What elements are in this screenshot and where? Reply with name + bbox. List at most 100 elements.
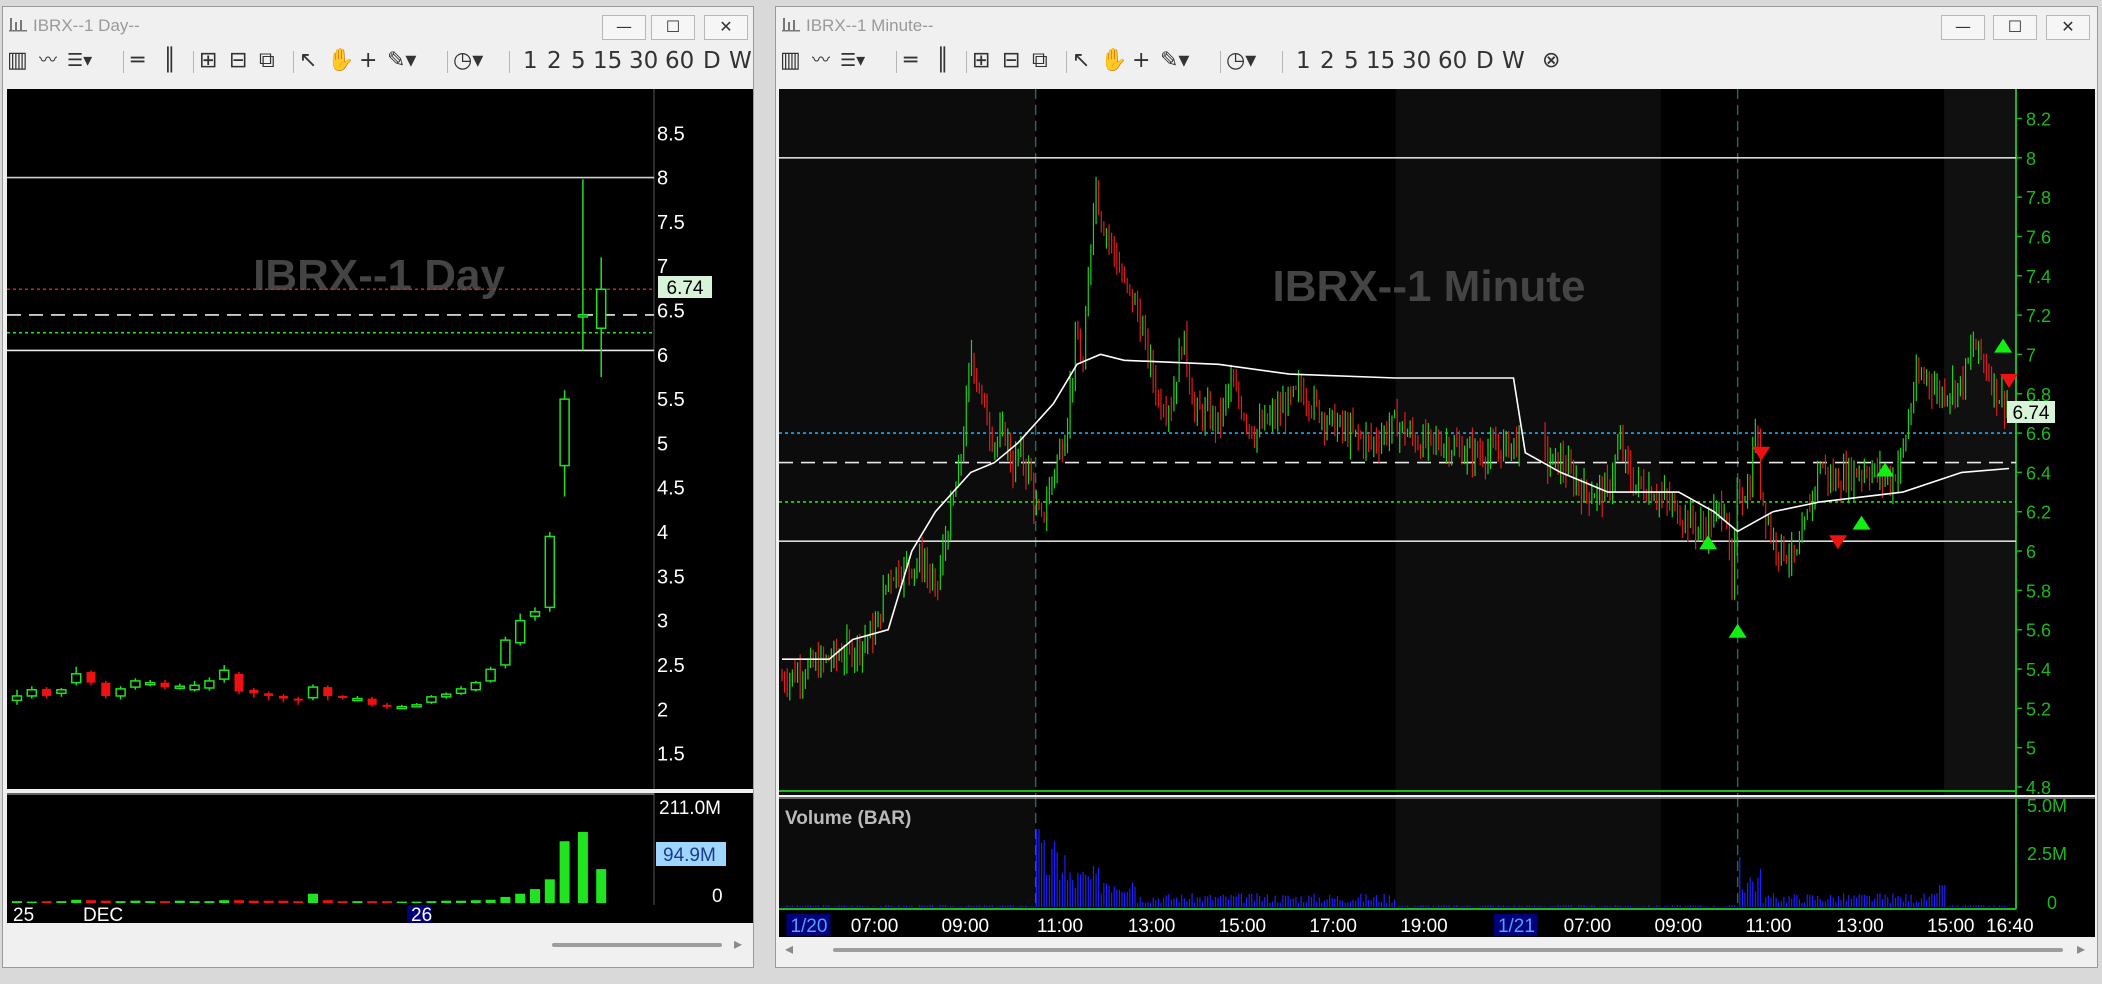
pan-hand-icon[interactable]: ✋ (1100, 47, 1127, 75)
volume-bar (86, 900, 96, 903)
interval-d-button[interactable]: D (1476, 47, 1494, 75)
maximize-button[interactable]: ☐ (651, 15, 695, 40)
minute-price-plot[interactable]: IBRX--1 Minute 4.8 5 5.2 5.4 5.6 5.8 6 6.2 6.4 6.… (779, 89, 2095, 798)
scroll-left-arrow-icon[interactable]: ◂ (785, 939, 793, 958)
interval-30-button[interactable]: 30 (1402, 47, 1431, 75)
clear-circle-icon[interactable]: ⊗ (1542, 47, 1560, 75)
day-candle (86, 670, 96, 686)
close-button[interactable]: ✕ (704, 15, 748, 40)
minute-volume-plot[interactable]: Volume (BAR) 5.0M 2.5M 0 1/20 07:00 09:00 1… (779, 796, 2095, 947)
day-horizontal-scrollbar[interactable]: ▸ (7, 932, 751, 958)
volume-bar (263, 900, 274, 903)
scroll-right-arrow-icon[interactable]: ▸ (734, 934, 742, 953)
line-chart-icon[interactable]: 〰 (39, 47, 57, 75)
interval-5-button[interactable]: 5 (1344, 47, 1359, 75)
day-candle (264, 691, 274, 701)
time-label: 13:00 (1836, 916, 1884, 937)
day-candle (559, 390, 570, 497)
y-tick-label: 5 (657, 433, 668, 455)
zoom-in-icon[interactable]: ⊞ (199, 47, 217, 75)
vertical-layout-icon[interactable]: ║ (163, 47, 176, 75)
close-button[interactable]: ✕ (2046, 15, 2090, 40)
crosshair-icon[interactable]: + (1132, 47, 1150, 75)
day-volume-panel[interactable]: 211.0M 94.9M 0 25 DEC 26 (7, 793, 753, 926)
horizontal-layout-icon[interactable]: ═ (904, 47, 917, 75)
pan-hand-icon[interactable]: ✋ (327, 47, 354, 75)
interval-5-button[interactable]: 5 (571, 47, 586, 75)
zoom-out-icon[interactable]: ⊟ (1002, 47, 1020, 75)
interval-2-button[interactable]: 2 (547, 47, 562, 75)
interval-15-button[interactable]: 15 (593, 47, 622, 75)
volume-axis-zero: 0 (2047, 893, 2057, 913)
y-tick-label: 6.4 (2026, 463, 2051, 483)
minute-horizontal-scrollbar[interactable]: ◂ ▸ (779, 937, 2095, 963)
zoom-out-icon[interactable]: ⊟ (229, 47, 247, 75)
drawing-tools-icon[interactable]: ☰▾ (840, 47, 865, 75)
time-label: 09:00 (942, 916, 990, 937)
drawing-tools-icon[interactable]: ☰▾ (67, 47, 92, 75)
y-tick-label: 7.4 (2026, 267, 2051, 287)
volume-bar (145, 901, 156, 903)
interval-w-button[interactable]: W (1502, 47, 1525, 75)
day-title-bar[interactable]: IBRX--1 Day-- — ☐ ✕ (3, 7, 753, 41)
interval-1-button[interactable]: 1 (1296, 47, 1311, 75)
zoom-fit-icon[interactable]: ⧉ (1032, 47, 1048, 75)
day-price-plot[interactable]: IBRX--1 Day 1.5 2 2.5 3 3.5 4 4.5 5 5.5 6 6.5 7 7.5 8… (7, 89, 753, 789)
pen-icon[interactable]: ✎▾ (1160, 47, 1189, 75)
interval-60-button[interactable]: 60 (665, 47, 694, 75)
interval-2-button[interactable]: 2 (1320, 47, 1335, 75)
y-tick-label: 8.2 (2026, 109, 2051, 129)
day-candle (56, 687, 67, 697)
interval-15-button[interactable]: 15 (1366, 47, 1395, 75)
date-label-26: 26 (411, 905, 432, 923)
clock-icon[interactable]: ◷▾ (453, 47, 483, 75)
time-label: 17:00 (1309, 916, 1357, 937)
interval-1-button[interactable]: 1 (523, 47, 538, 75)
minute-chart-toolbar: ▥ 〰 ☰▾ ═ ║ ⊞ ⊟ ⧉ ↖ ✋ + ✎▾ ◷▾ 1 2 5 15 30 60 D W… (776, 45, 2097, 77)
minimize-button[interactable]: — (602, 15, 646, 40)
time-label: 1/21 (1498, 916, 1535, 937)
sell-marker-icon (1828, 535, 1847, 550)
line-chart-icon[interactable]: 〰 (812, 47, 830, 75)
minimize-button[interactable]: — (1941, 15, 1985, 40)
minute-title-bar[interactable]: IBRX--1 Minute-- — ☐ ✕ (776, 7, 2097, 41)
volume-bar (293, 901, 304, 903)
interval-60-button[interactable]: 60 (1438, 47, 1467, 75)
day-candle (485, 666, 496, 683)
day-candle (396, 704, 408, 710)
interval-d-button[interactable]: D (703, 47, 721, 75)
minute-price-chart[interactable]: IBRX--1 Minute 4.8 5 5.2 5.4 5.6 5.8 6 6.2 6.4 6.… (779, 89, 2095, 798)
chart-type-icon[interactable]: ▥ (7, 47, 28, 75)
maximize-button[interactable]: ☐ (1993, 15, 2037, 40)
crosshair-icon[interactable]: + (359, 47, 377, 75)
scroll-thumb[interactable] (833, 948, 2063, 952)
zoom-in-icon[interactable]: ⊞ (972, 47, 990, 75)
pen-icon[interactable]: ✎▾ (387, 47, 416, 75)
cursor-icon[interactable]: ↖ (1072, 47, 1090, 75)
date-label-25: 25 (13, 905, 34, 923)
volume-bar (530, 889, 540, 903)
day-candle (204, 677, 215, 691)
y-tick-label: 3.5 (657, 566, 685, 588)
scroll-thumb[interactable] (552, 943, 722, 947)
time-label: 11:00 (1037, 916, 1083, 937)
day-volume-plot[interactable]: 211.0M 94.9M 0 25 DEC 26 (7, 793, 753, 926)
clock-icon[interactable]: ◷▾ (1226, 47, 1256, 75)
vertical-layout-icon[interactable]: ║ (936, 47, 949, 75)
chart-type-icon[interactable]: ▥ (780, 47, 801, 75)
day-candle (529, 607, 541, 621)
scroll-right-arrow-icon[interactable]: ▸ (2077, 939, 2085, 958)
y-tick-label: 5.6 (2026, 621, 2051, 641)
minute-volume-panel[interactable]: Volume (BAR) 5.0M 2.5M 0 1/20 07:00 09:00 1… (779, 796, 2095, 947)
day-price-chart[interactable]: IBRX--1 Day 1.5 2 2.5 3 3.5 4 4.5 5 5.5 6 6.5 7 7.5 8… (7, 89, 753, 789)
y-tick-label: 2.5 (657, 655, 685, 677)
volume-bar (396, 901, 407, 903)
horizontal-layout-icon[interactable]: ═ (131, 47, 144, 75)
cursor-icon[interactable]: ↖ (299, 47, 317, 75)
zoom-fit-icon[interactable]: ⧉ (259, 47, 275, 75)
interval-w-button[interactable]: W (729, 47, 752, 75)
y-tick-label: 8 (2026, 149, 2036, 169)
time-label: 19:00 (1400, 916, 1448, 937)
interval-30-button[interactable]: 30 (629, 47, 658, 75)
time-label: 07:00 (1564, 916, 1612, 937)
